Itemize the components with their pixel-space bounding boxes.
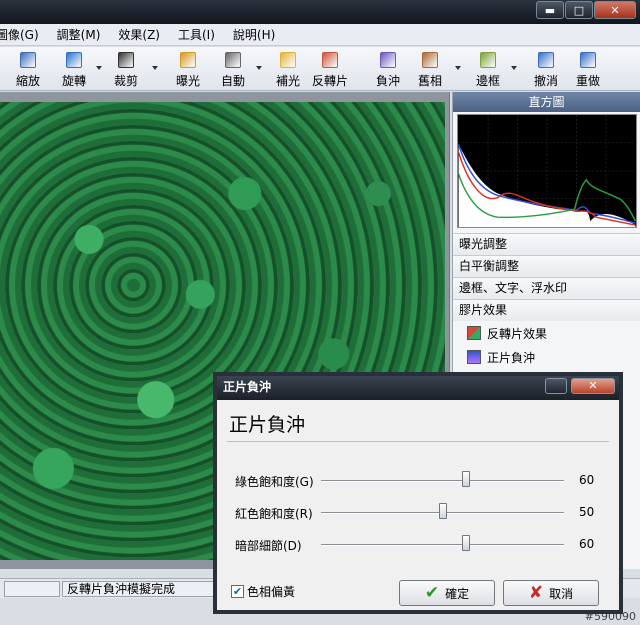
slider-label: 紅色飽和度(R) — [235, 507, 313, 521]
section-exposure[interactable]: 曝光調整 — [453, 233, 640, 255]
toolbar-button-exposure[interactable]: 曝光 — [170, 50, 206, 88]
toolbar-label: 反轉片 — [311, 74, 349, 88]
checkbox-label: 色相偏黃 — [247, 585, 296, 599]
exposure-icon — [180, 52, 196, 68]
slider-row: 暗部細節(D) 60 — [217, 534, 621, 556]
title-bar: ▬ □ ✕ — [0, 0, 640, 24]
zoom-icon — [20, 52, 36, 68]
histogram-header: 直方圖 — [453, 92, 640, 112]
toolbar-label: 補光 — [275, 74, 301, 88]
slider-value: 50 — [579, 505, 595, 519]
cross-process-dialog: 正片負沖 ✕ 正片負沖 綠色飽和度(G) 60 紅色飽和度(R) 50 暗部細節(D) 6… — [216, 375, 620, 611]
maximize-icon: □ — [573, 3, 585, 17]
slider-row: 綠色飽和度(G) 60 — [217, 470, 621, 492]
toolbar-button-reversal-film[interactable]: 反轉片 — [312, 50, 348, 88]
toolbar-button-rotate[interactable]: 旋轉 — [56, 50, 92, 88]
toolbar-label: 重做 — [575, 74, 601, 88]
reversal-film-icon — [322, 52, 338, 68]
check-icon: ✔ — [424, 583, 440, 603]
close-icon: ✕ — [610, 3, 620, 17]
menu-adjust[interactable]: 調整(M) — [57, 26, 111, 43]
slider-value: 60 — [579, 537, 595, 551]
dropdown-arrow-icon[interactable] — [511, 66, 517, 70]
fill-light-icon — [280, 52, 296, 68]
app-window: ▬ □ ✕ 圖像(G) 調整(M) 效果(Z) 工具(I) 說明(H) 縮放 旋轉… — [0, 0, 640, 625]
toolbar-label: 負沖 — [375, 74, 401, 88]
close-button[interactable]: ✕ — [594, 1, 636, 19]
effect-cross-process[interactable]: 正片負沖 — [453, 345, 640, 369]
effect-reversal-film[interactable]: 反轉片效果 — [453, 321, 640, 345]
dropdown-arrow-icon[interactable] — [96, 66, 102, 70]
auto-icon — [225, 52, 241, 68]
dialog-heading: 正片負沖 — [229, 414, 306, 436]
dropdown-arrow-icon[interactable] — [152, 66, 158, 70]
toolbar-button-undo[interactable]: 撤消 — [528, 50, 564, 88]
toolbar-label: 舊相 — [417, 74, 443, 88]
slider-track[interactable] — [321, 480, 564, 482]
ok-button[interactable]: ✔ 確定 — [399, 580, 495, 606]
toolbar-label: 撤消 — [533, 74, 559, 88]
cross-process-icon — [380, 52, 396, 68]
status-cell-empty — [4, 581, 60, 597]
toolbar-label: 邊框 — [475, 74, 501, 88]
toolbar-button-cross-process[interactable]: 負沖 — [370, 50, 406, 88]
yellow-hue-checkbox[interactable]: ✔ 色相偏黃 — [231, 583, 295, 600]
watermark-text: #590090 — [584, 610, 636, 623]
slider-thumb[interactable] — [462, 471, 470, 487]
slider-label: 暗部細節(D) — [235, 539, 302, 553]
toolbar-label: 旋轉 — [61, 74, 87, 88]
maximize-button[interactable]: □ — [565, 1, 593, 19]
toolbar-label: 裁剪 — [113, 74, 139, 88]
toolbar-label: 曝光 — [175, 74, 201, 88]
x-icon: ✘ — [528, 583, 544, 603]
toolbar-button-frame[interactable]: 邊框 — [470, 50, 506, 88]
toolbar: 縮放 旋轉 裁剪 曝光 自動 補光 反轉片 負沖 舊相 邊框 撤消 重做 — [0, 47, 640, 91]
toolbar-label: 縮放 — [15, 74, 41, 88]
separator — [227, 441, 609, 442]
crop-icon — [118, 52, 134, 68]
reversal-film-icon — [467, 326, 481, 340]
menu-effects[interactable]: 效果(Z) — [118, 26, 170, 43]
menu-help[interactable]: 說明(H) — [233, 26, 285, 43]
checkmark-icon: ✔ — [231, 585, 244, 598]
menu-tools[interactable]: 工具(I) — [178, 26, 225, 43]
toolbar-button-crop[interactable]: 裁剪 — [108, 50, 144, 88]
slider-track[interactable] — [321, 544, 564, 546]
histogram-chart — [457, 114, 637, 228]
cancel-button[interactable]: ✘ 取消 — [503, 580, 599, 606]
cancel-label: 取消 — [549, 586, 574, 601]
toolbar-button-old-photo[interactable]: 舊相 — [412, 50, 448, 88]
undo-icon — [538, 52, 554, 68]
toolbar-button-redo[interactable]: 重做 — [570, 50, 606, 88]
slider-value: 60 — [579, 473, 595, 487]
minimize-button[interactable]: ▬ — [536, 1, 564, 19]
slider-row: 紅色飽和度(R) 50 — [217, 502, 621, 524]
dialog-minimize-button[interactable] — [545, 378, 567, 394]
slider-label: 綠色飽和度(G) — [235, 475, 314, 489]
effect-label: 正片負沖 — [487, 350, 536, 365]
frame-icon — [480, 52, 496, 68]
old-photo-icon — [422, 52, 438, 68]
menu-bar: 圖像(G) 調整(M) 效果(Z) 工具(I) 說明(H) — [0, 24, 640, 46]
dropdown-arrow-icon[interactable] — [256, 66, 262, 70]
section-film-effects[interactable]: 膠片效果 — [453, 299, 640, 321]
toolbar-button-auto[interactable]: 自動 — [215, 50, 251, 88]
ok-label: 確定 — [445, 586, 470, 601]
dropdown-arrow-icon[interactable] — [455, 66, 461, 70]
toolbar-label: 自動 — [220, 74, 246, 88]
toolbar-button-fill-light[interactable]: 補光 — [270, 50, 306, 88]
minimize-icon: ▬ — [544, 3, 556, 17]
rotate-icon — [66, 52, 82, 68]
toolbar-button-zoom[interactable]: 縮放 — [10, 50, 46, 88]
slider-thumb[interactable] — [462, 535, 470, 551]
slider-thumb[interactable] — [438, 503, 447, 519]
section-white-balance[interactable]: 白平衡調整 — [453, 255, 640, 277]
cross-process-icon — [467, 350, 481, 364]
effect-label: 反轉片效果 — [487, 326, 548, 341]
menu-image[interactable]: 圖像(G) — [0, 26, 49, 43]
section-frame-text-watermark[interactable]: 邊框、文字、浮水印 — [453, 277, 640, 299]
close-icon: ✕ — [588, 379, 598, 392]
dialog-close-button[interactable]: ✕ — [571, 378, 615, 394]
redo-icon — [580, 52, 596, 68]
